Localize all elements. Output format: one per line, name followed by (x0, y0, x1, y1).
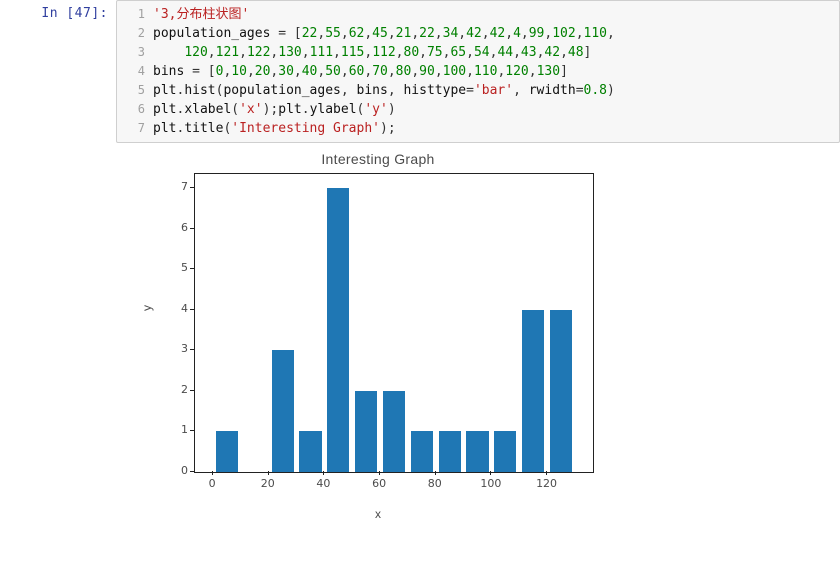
y-tick-label: 0 (158, 464, 188, 477)
y-tick-label: 1 (158, 423, 188, 436)
output-area: Interesting Graph y x 0 1 2 3 4 5 6 7 0 20 40 60 80 1… (108, 143, 840, 521)
code-line: 2population_ages = [22,55,62,45,21,22,34… (117, 24, 835, 43)
line-number: 4 (117, 62, 153, 81)
prompt: In [47]: (0, 0, 116, 21)
bar (439, 431, 461, 472)
code-editor[interactable]: 1'3,分布柱状图'2population_ages = [22,55,62,4… (116, 0, 840, 143)
code-line: 4bins = [0,10,20,30,40,50,60,70,80,90,10… (117, 62, 835, 81)
bar (272, 350, 294, 472)
bar (355, 391, 377, 472)
y-tick-label: 7 (158, 180, 188, 193)
line-number: 1 (117, 5, 153, 24)
prompt-prefix: In (41, 6, 66, 21)
bar (494, 431, 516, 472)
bar (383, 391, 405, 472)
y-tick-label: 4 (158, 302, 188, 315)
bar (327, 188, 349, 472)
bar (216, 431, 238, 472)
y-tick-label: 5 (158, 261, 188, 274)
code-source[interactable]: plt.hist(population_ages, bins, histtype… (153, 81, 615, 100)
code-line: 6plt.xlabel('x');plt.ylabel('y') (117, 100, 835, 119)
code-source[interactable]: plt.title('Interesting Graph'); (153, 119, 396, 138)
bar (466, 431, 488, 472)
code-line: 3 120,121,122,130,111,115,112,80,75,65,5… (117, 43, 835, 62)
prompt-number: [47]: (66, 6, 108, 21)
histogram-chart: Interesting Graph y x 0 1 2 3 4 5 6 7 0 20 40 60 80 1… (138, 151, 618, 521)
x-tick-label: 40 (313, 477, 333, 490)
line-number: 2 (117, 24, 153, 43)
x-tick-label: 100 (480, 477, 500, 490)
plot-area (194, 173, 594, 473)
bar (522, 310, 544, 472)
line-number: 7 (117, 119, 153, 138)
y-axis-label: y (140, 305, 154, 311)
y-tick-label: 3 (158, 342, 188, 355)
code-source[interactable]: population_ages = [22,55,62,45,21,22,34,… (153, 24, 615, 43)
y-tick-label: 6 (158, 221, 188, 234)
code-cell: In [47]: 1'3,分布柱状图'2population_ages = [2… (0, 0, 840, 143)
code-line: 7plt.title('Interesting Graph'); (117, 119, 835, 138)
y-tick-label: 2 (158, 383, 188, 396)
x-axis-label: x (138, 507, 618, 521)
x-tick-label: 120 (536, 477, 556, 490)
bar (550, 310, 572, 472)
bar (411, 431, 433, 472)
x-tick-label: 20 (258, 477, 278, 490)
bar (299, 431, 321, 472)
code-line: 5plt.hist(population_ages, bins, histtyp… (117, 81, 835, 100)
line-number: 6 (117, 100, 153, 119)
x-tick-label: 80 (425, 477, 445, 490)
code-source[interactable]: bins = [0,10,20,30,40,50,60,70,80,90,100… (153, 62, 568, 81)
line-number: 5 (117, 81, 153, 100)
code-line: 1'3,分布柱状图' (117, 5, 835, 24)
code-source[interactable]: plt.xlabel('x');plt.ylabel('y') (153, 100, 396, 119)
chart-title: Interesting Graph (138, 151, 618, 167)
code-source[interactable]: '3,分布柱状图' (153, 5, 249, 24)
code-source[interactable]: 120,121,122,130,111,115,112,80,75,65,54,… (153, 43, 591, 62)
x-tick-label: 60 (369, 477, 389, 490)
line-number: 3 (117, 43, 153, 62)
x-tick-label: 0 (202, 477, 222, 490)
